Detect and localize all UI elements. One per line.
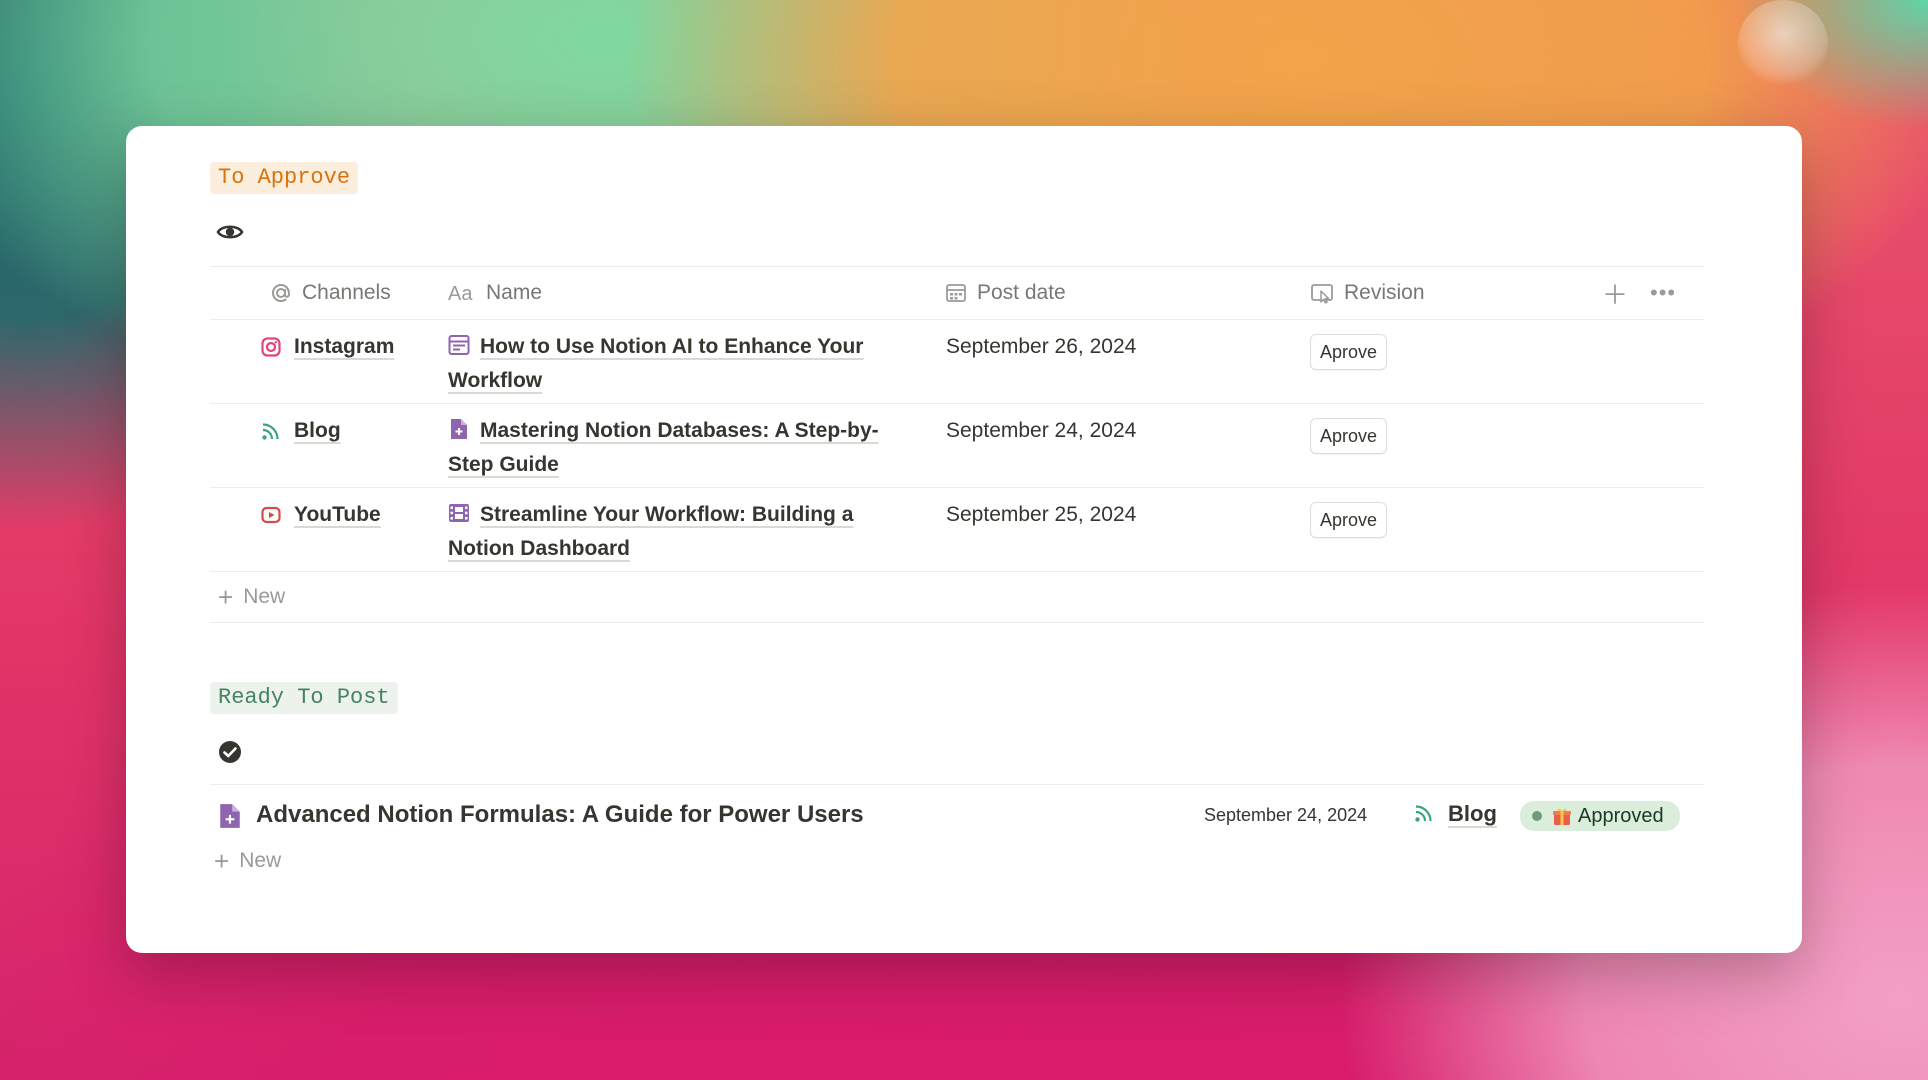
post-title[interactable]: Advanced Notion Formulas: A Guide for Po…: [256, 801, 864, 829]
group-tag-to-approve[interactable]: To Approve: [210, 162, 359, 194]
channel-label: Blog: [1448, 801, 1497, 826]
channel-cell[interactable]: Blog: [260, 414, 341, 448]
status-label: Approved: [1578, 804, 1664, 827]
new-label: New: [243, 585, 286, 608]
post-date-cell[interactable]: September 26, 2024: [946, 330, 1136, 364]
post-date-cell[interactable]: September 25, 2024: [946, 498, 1136, 532]
name-cell[interactable]: Mastering Notion Databases: A Step-by-St…: [448, 414, 908, 482]
table-header: Channels Aa Name Post date Revision ＋ ••…: [210, 266, 1704, 320]
calendar-icon: [945, 282, 967, 304]
channel-label: Instagram: [294, 335, 395, 358]
revision-cell: Aprove: [1310, 502, 1388, 538]
post-date-cell[interactable]: September 24, 2024: [946, 414, 1136, 448]
film-icon: [448, 501, 470, 523]
aprove-button[interactable]: Aprove: [1310, 502, 1388, 538]
notion-board-card: To Approve Channels Aa Name Post date Re…: [126, 126, 1802, 953]
plus-icon: +: [218, 582, 234, 612]
table-row[interactable]: YouTube Streamline Your Workflow: Buildi…: [210, 488, 1704, 572]
list-item[interactable]: Advanced Notion Formulas: A Guide for Po…: [210, 785, 1704, 849]
at-sign-icon: [270, 282, 292, 304]
document-plus-icon: [218, 803, 242, 829]
channel-cell[interactable]: Instagram: [260, 330, 394, 364]
aprove-button[interactable]: Aprove: [1310, 418, 1388, 454]
button-cursor-icon: [1310, 282, 1334, 304]
eye-icon[interactable]: [216, 218, 244, 246]
column-header-label: Name: [486, 281, 543, 304]
column-header-name[interactable]: Aa Name: [448, 267, 542, 319]
rss-icon: [260, 420, 282, 442]
instagram-icon: [260, 336, 282, 358]
new-label: New: [239, 849, 282, 872]
ready-to-post-list: Advanced Notion Formulas: A Guide for Po…: [210, 784, 1704, 849]
table-row[interactable]: Instagram How to Use Notion AI to Enhanc…: [210, 320, 1704, 404]
check-circle-icon[interactable]: [216, 738, 244, 766]
calendar-layout-icon: [448, 333, 470, 355]
post-name: Streamline Your Workflow: Building a Not…: [448, 503, 854, 560]
rss-icon: [1414, 803, 1436, 825]
document-plus-icon: [448, 417, 470, 439]
status-badge[interactable]: Approved: [1520, 801, 1680, 831]
post-name: Mastering Notion Databases: A Step-by-St…: [448, 419, 879, 476]
name-cell[interactable]: Streamline Your Workflow: Building a Not…: [448, 498, 908, 566]
column-header-revision[interactable]: Revision: [1310, 267, 1425, 319]
background-orb: [1738, 0, 1828, 86]
channel-cell[interactable]: Blog: [1414, 801, 1497, 827]
channel-label: Blog: [294, 419, 341, 442]
column-header-label: Channels: [302, 281, 391, 304]
column-header-label: Post date: [977, 281, 1066, 304]
name-cell[interactable]: How to Use Notion AI to Enhance Your Wor…: [448, 330, 908, 398]
column-header-channels[interactable]: Channels: [270, 267, 391, 319]
table-row[interactable]: Blog Mastering Notion Databases: A Step-…: [210, 404, 1704, 488]
revision-cell: Aprove: [1310, 418, 1388, 454]
aprove-button[interactable]: Aprove: [1310, 334, 1388, 370]
svg-text:Aa: Aa: [448, 283, 473, 303]
channel-cell[interactable]: YouTube: [260, 498, 381, 532]
more-options-button[interactable]: •••: [1650, 267, 1676, 319]
plus-icon: +: [214, 846, 230, 876]
post-date: September 24, 2024: [1204, 805, 1368, 825]
column-header-label: Revision: [1344, 281, 1425, 304]
add-property-button[interactable]: ＋: [1602, 267, 1628, 319]
revision-cell: Aprove: [1310, 334, 1388, 370]
channel-label: YouTube: [294, 503, 381, 526]
status-dot: [1532, 811, 1542, 821]
youtube-icon: [260, 504, 282, 526]
text-type-icon: Aa: [448, 283, 476, 303]
to-approve-table: Channels Aa Name Post date Revision ＋ ••…: [210, 266, 1704, 623]
new-row-button[interactable]: + New: [210, 572, 1704, 623]
gift-icon: [1552, 806, 1572, 826]
new-item-button[interactable]: + New: [210, 848, 281, 874]
column-header-post-date[interactable]: Post date: [945, 267, 1066, 319]
post-name: How to Use Notion AI to Enhance Your Wor…: [448, 335, 864, 392]
group-tag-ready-to-post[interactable]: Ready To Post: [210, 682, 398, 714]
